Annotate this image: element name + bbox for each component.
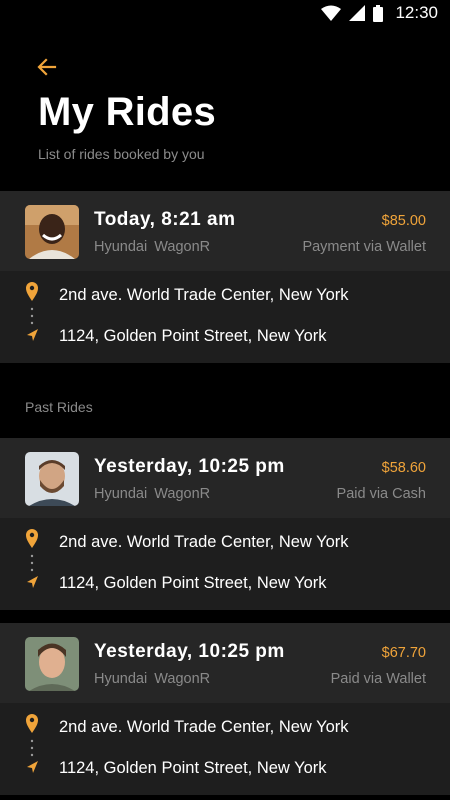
ride-route: 2nd ave. World Trade Center, New York 11… [0,703,450,795]
status-bar: 12:30 [0,0,450,26]
ride-time: Yesterday, 10:25 pm [94,641,285,662]
route-line [26,282,38,341]
back-button[interactable] [35,55,59,79]
page-subtitle: List of rides booked by you [38,146,205,162]
ride-payment-method: Paid via Cash [336,486,426,502]
ride-price: $58.60 [381,460,426,476]
destination-navigation-icon [27,329,38,341]
status-time: 12:30 [395,3,438,22]
ride-time: Yesterday, 10:25 pm [94,456,285,477]
pickup-pin-icon [26,714,38,733]
ride-payment-method: Payment via Wallet [302,239,426,255]
ride-car: Hyundai WagonR [94,486,211,502]
section-label-past-rides: Past Rides [25,399,93,415]
dropoff-location: 1124, Golden Point Street, New York [59,574,327,592]
driver-avatar [25,637,79,691]
ride-payment-method: Paid via Wallet [330,671,426,687]
ride-card-header: Yesterday, 10:25 pm Hyundai WagonR $67.7… [0,623,450,703]
driver-avatar [25,452,79,506]
pickup-location: 2nd ave. World Trade Center, New York [59,286,349,304]
dropoff-location: 1124, Golden Point Street, New York [59,327,327,345]
ride-price: $67.70 [381,645,426,661]
route-line [26,529,38,588]
ride-card[interactable]: Yesterday, 10:25 pm Hyundai WagonR $67.7… [0,623,450,795]
ride-route: 2nd ave. World Trade Center, New York 11… [0,271,450,363]
dropoff-location: 1124, Golden Point Street, New York [59,759,327,777]
driver-avatar [25,205,79,259]
ride-car: Hyundai WagonR [94,239,211,255]
page-title: My Rides [38,90,217,134]
destination-navigation-icon [27,761,38,773]
back-arrow-icon [37,58,57,76]
pickup-location: 2nd ave. World Trade Center, New York [59,533,349,551]
pickup-pin-icon [26,529,38,548]
ride-card[interactable]: Today, 8:21 am Hyundai WagonR $85.00 Pay… [0,191,450,363]
ride-car: Hyundai WagonR [94,671,211,687]
wifi-icon [321,5,342,21]
ride-time: Today, 8:21 am [94,209,236,230]
ride-card[interactable]: Yesterday, 10:25 pm Hyundai WagonR $58.6… [0,438,450,610]
pickup-pin-icon [26,282,38,301]
ride-card-header: Today, 8:21 am Hyundai WagonR $85.00 Pay… [0,191,450,271]
signal-icon [349,5,366,21]
ride-price: $85.00 [381,213,426,229]
ride-card-header: Yesterday, 10:25 pm Hyundai WagonR $58.6… [0,438,450,518]
ride-route: 2nd ave. World Trade Center, New York 11… [0,518,450,610]
route-line [26,714,38,773]
battery-icon [373,4,384,22]
destination-navigation-icon [27,576,38,588]
pickup-location: 2nd ave. World Trade Center, New York [59,718,349,736]
